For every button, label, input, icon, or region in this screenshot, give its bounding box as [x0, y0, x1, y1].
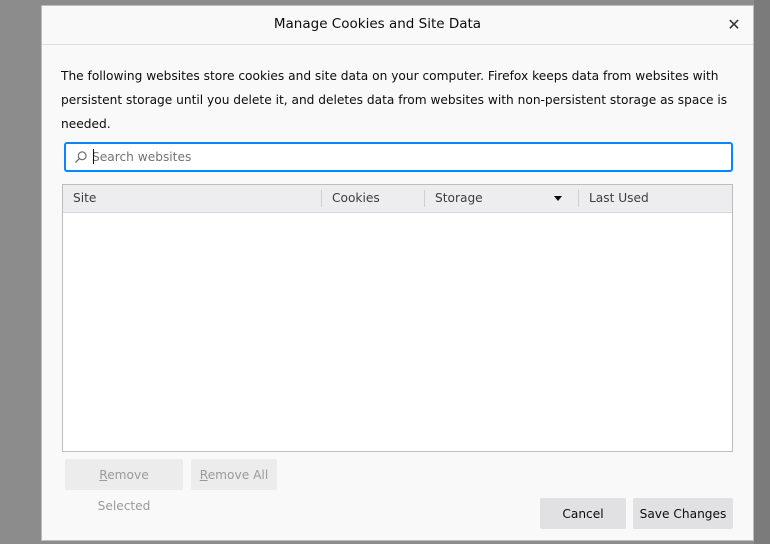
table-header: Site Cookies Storage Last Used [63, 185, 732, 213]
table-body[interactable] [63, 213, 732, 451]
manage-cookies-dialog: Manage Cookies and Site Data ✕ The follo… [41, 5, 754, 541]
search-icon [75, 151, 87, 163]
column-header-last-used[interactable]: Last Used [589, 185, 719, 212]
remove-all-button[interactable]: Remove All [191, 459, 277, 490]
close-button[interactable]: ✕ [722, 13, 746, 37]
close-icon: ✕ [727, 15, 741, 34]
dialog-title: Manage Cookies and Site Data [273, 16, 482, 32]
remove-selected-button[interactable]: Remove Selected [65, 459, 183, 513]
backdrop-edge [754, 0, 770, 544]
remove-selected-accesskey: R [99, 468, 108, 482]
column-header-storage[interactable]: Storage [435, 185, 545, 212]
column-divider[interactable] [424, 190, 425, 207]
save-changes-button[interactable]: Save Changes [633, 498, 733, 529]
column-divider[interactable] [321, 190, 322, 207]
sites-table: Site Cookies Storage Last Used [62, 184, 733, 452]
remove-all-label: emove All [207, 468, 269, 482]
column-header-cookies[interactable]: Cookies [332, 185, 422, 212]
column-divider[interactable] [578, 190, 579, 207]
dialog-description: The following websites store cookies and… [61, 69, 728, 131]
dialog-titlebar: Manage Cookies and Site Data ✕ [42, 6, 753, 45]
column-header-site[interactable]: Site [73, 185, 318, 212]
cancel-button[interactable]: Cancel [540, 498, 626, 529]
search-field[interactable] [64, 142, 733, 172]
sort-descending-icon [554, 196, 562, 201]
remove-all-accesskey: R [199, 468, 208, 482]
text-caret [93, 149, 94, 164]
search-input[interactable] [92, 147, 712, 167]
